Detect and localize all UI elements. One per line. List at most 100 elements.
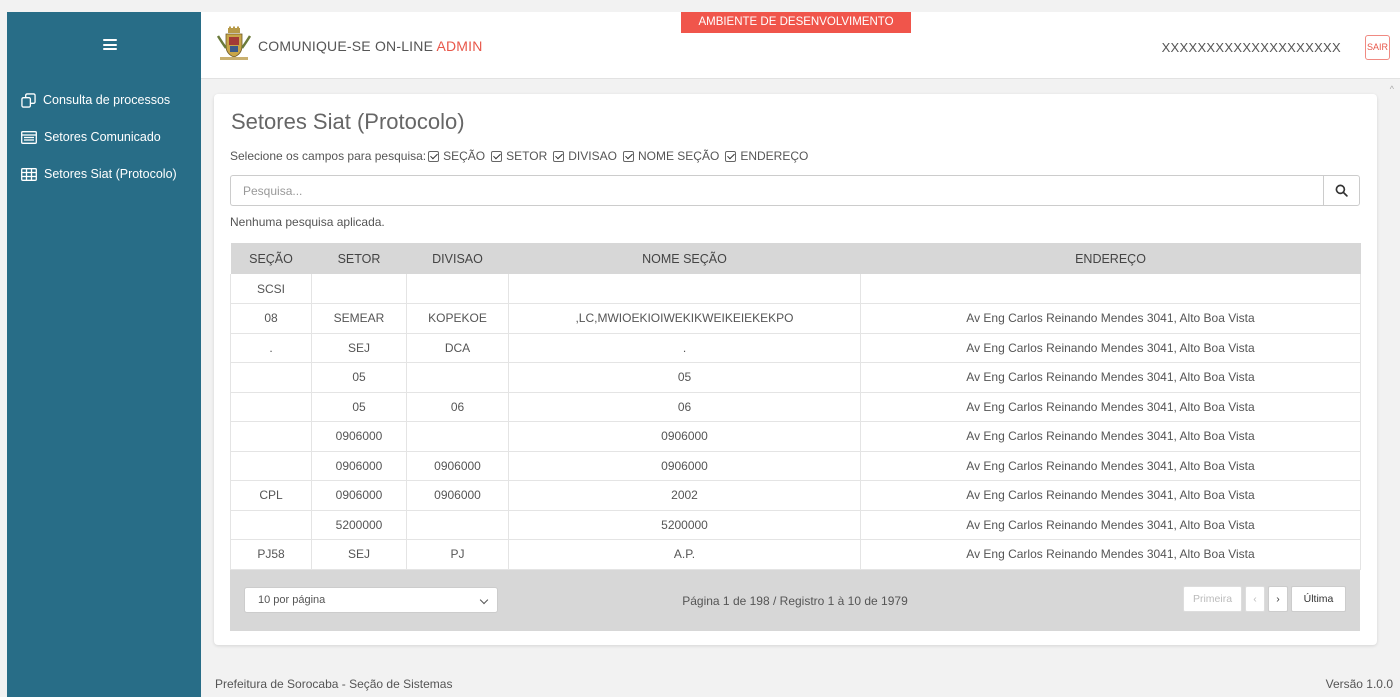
user-name: XXXXXXXXXXXXXXXXXXXX — [1161, 40, 1341, 55]
table-cell: ,LC,MWIOEKIOIWEKIKWEIKEIEKEKPO — [508, 303, 861, 334]
checkbox-checked-icon[interactable] — [725, 150, 737, 162]
table-row[interactable]: 0906000 0906000 Av Eng Carlos Reinando Men… — [230, 421, 1361, 452]
table-cell: Av Eng Carlos Reinando Mendes 3041, Alto… — [860, 362, 1361, 393]
checkbox-checked-icon[interactable] — [491, 150, 503, 162]
menu-toggle-icon[interactable] — [103, 39, 117, 50]
filter-label: Selecione os campos para pesquisa: — [230, 149, 427, 163]
results-table: SEÇÃO SETOR DIVISAO NOME SEÇÃO ENDEREÇO … — [230, 243, 1361, 570]
sidebar-item-setores-comunicado[interactable]: Setores Comunicado — [7, 127, 201, 147]
table-cell — [508, 274, 861, 304]
app-title-text: COMUNIQUE-SE ON-LINE — [258, 38, 434, 54]
top-bar: COMUNIQUE-SE ON-LINE ADMIN AMBIENTE DE D… — [201, 12, 1400, 79]
table-cell — [860, 274, 1361, 304]
table-cell — [230, 451, 312, 481]
table-row[interactable]: 05 05 Av Eng Carlos Reinando Mendes 3041, … — [230, 362, 1361, 393]
table-cell: Av Eng Carlos Reinando Mendes 3041, Alto… — [860, 303, 1361, 334]
filter-option-label: ENDEREÇO — [740, 149, 809, 163]
table-cell — [230, 421, 312, 452]
table-row[interactable]: CPL 0906000 0906000 2002 Av Eng Carlos Reina… — [230, 480, 1361, 511]
table-row[interactable]: . SEJ DCA. Av Eng Carlos Reinando Mendes 30… — [230, 333, 1361, 363]
sidebar-item-consulta-processos[interactable]: Consulta de processos — [7, 90, 201, 110]
column-header-setor[interactable]: SETOR — [312, 243, 407, 274]
table-cell: CPL — [230, 480, 312, 511]
sidebar-item-setores-siat[interactable]: Setores Siat (Protocolo) — [7, 164, 201, 184]
checkbox-checked-icon[interactable] — [428, 150, 440, 162]
table-cell — [406, 510, 509, 540]
table-cell: Av Eng Carlos Reinando Mendes 3041, Alto… — [860, 510, 1361, 540]
main-card: Setores Siat (Protocolo) Selecione os ca… — [214, 94, 1377, 645]
table-cell: Av Eng Carlos Reinando Mendes 3041, Alto… — [860, 333, 1361, 363]
column-header-nome-secao[interactable]: NOME SEÇÃO — [509, 243, 861, 274]
table-cell: 0906000 — [508, 451, 861, 481]
page-size-value: 10 por página — [258, 594, 326, 606]
filter-checkbox-endereco[interactable]: ENDEREÇO — [725, 149, 808, 163]
list-icon — [21, 130, 37, 144]
table-cell: PJ — [406, 539, 509, 570]
sidebar-item-label: Setores Comunicado — [44, 130, 161, 144]
previous-page-button[interactable]: ‹ — [1245, 586, 1265, 612]
filter-checkbox-secao[interactable]: SEÇÃO — [428, 149, 485, 163]
table-cell: SCSI — [230, 274, 312, 304]
sidebar: Consulta de processos Setores Comunicado… — [7, 12, 201, 697]
table-cell — [230, 392, 312, 422]
table-cell: 0906000 — [508, 421, 861, 452]
filter-option-label: NOME SEÇÃO — [637, 149, 720, 163]
table-cell: 05 — [311, 392, 407, 422]
filter-checkbox-nome-secao[interactable]: NOME SEÇÃO — [622, 149, 720, 163]
next-page-button[interactable]: › — [1268, 586, 1288, 612]
table-cell: KOPEKOE — [406, 303, 509, 334]
table-row[interactable]: SCSI — [230, 274, 1361, 304]
table-cell: SEJ — [311, 333, 407, 363]
table-row[interactable]: 05 06 06 Av Eng Carlos Reinando Mendes 3041… — [230, 392, 1361, 422]
filter-checkbox-divisao[interactable]: DIVISAO — [553, 149, 617, 163]
filter-option-label: SEÇÃO — [443, 149, 486, 163]
table-row[interactable]: 0906000 0906000 0906000 Av Eng Carlos Reina… — [230, 451, 1361, 481]
footer-organization: Prefeitura de Sorocaba - Seção de Sistem… — [215, 677, 453, 691]
page-size-select[interactable]: 10 por página — [244, 587, 498, 613]
table-cell: 0906000 — [311, 480, 407, 511]
table-cell: 0906000 — [406, 451, 509, 481]
table-cell: Av Eng Carlos Reinando Mendes 3041, Alto… — [860, 451, 1361, 481]
search-icon — [1335, 184, 1348, 197]
search-input[interactable] — [230, 175, 1323, 206]
table-cell: Av Eng Carlos Reinando Mendes 3041, Alto… — [860, 480, 1361, 511]
search-button[interactable] — [1323, 175, 1360, 206]
pagination-bar: 10 por página Página 1 de 198 / Registro… — [230, 570, 1360, 631]
table-cell — [230, 362, 312, 393]
table-row[interactable]: PJ58 SEJ PJ A.P. Av Eng Carlos Reinando Mend… — [230, 539, 1361, 570]
filter-option-label: DIVISAO — [568, 149, 617, 163]
table-cell: 05 — [508, 362, 861, 393]
table-cell: 0906000 — [406, 480, 509, 511]
sidebar-item-label: Setores Siat (Protocolo) — [44, 167, 177, 181]
sidebar-item-label: Consulta de processos — [43, 93, 171, 107]
last-page-button[interactable]: Última — [1291, 586, 1346, 612]
table-cell: DCA — [406, 333, 509, 363]
checkbox-checked-icon[interactable] — [622, 150, 634, 162]
filter-checkbox-setor[interactable]: SETOR — [491, 149, 547, 163]
copy-icon — [21, 92, 36, 108]
footer-version: Versão 1.0.0 — [1325, 677, 1393, 691]
table-cell: 5200000 — [311, 510, 407, 540]
first-page-button[interactable]: Primeira — [1183, 586, 1242, 612]
table-row[interactable]: 5200000 5200000 Av Eng Carlos Reinando Men… — [230, 510, 1361, 540]
column-header-secao[interactable]: SEÇÃO — [231, 243, 312, 274]
column-header-divisao[interactable]: DIVISAO — [407, 243, 509, 274]
chevron-down-icon — [479, 595, 489, 605]
table-cell: Av Eng Carlos Reinando Mendes 3041, Alto… — [860, 539, 1361, 570]
checkbox-checked-icon[interactable] — [553, 150, 565, 162]
table-cell: 0906000 — [311, 421, 407, 452]
scroll-up-arrow-icon[interactable]: ^ — [1390, 84, 1394, 94]
table-cell: PJ58 — [230, 539, 312, 570]
table-cell: . — [230, 333, 312, 363]
column-header-endereco[interactable]: ENDEREÇO — [861, 243, 1361, 274]
table-cell — [230, 510, 312, 540]
table-cell: 08 — [230, 303, 312, 334]
table-cell — [406, 421, 509, 452]
table-row[interactable]: 08 SEMEAR KOPEKOE ,LC,MWIOEKIOIWEKIKWEIKEIE… — [230, 303, 1361, 334]
table-cell: Av Eng Carlos Reinando Mendes 3041, Alto… — [860, 392, 1361, 422]
app-title: COMUNIQUE-SE ON-LINE ADMIN — [258, 38, 483, 54]
logout-button[interactable]: SAIR — [1365, 35, 1390, 60]
filter-option-label: SETOR — [506, 149, 548, 163]
table-body: SCSI 08 SEMEAR KOPEKOE ,LC,MWIOEKIOIWEKIKWEI… — [230, 274, 1361, 570]
table-cell — [311, 274, 407, 304]
